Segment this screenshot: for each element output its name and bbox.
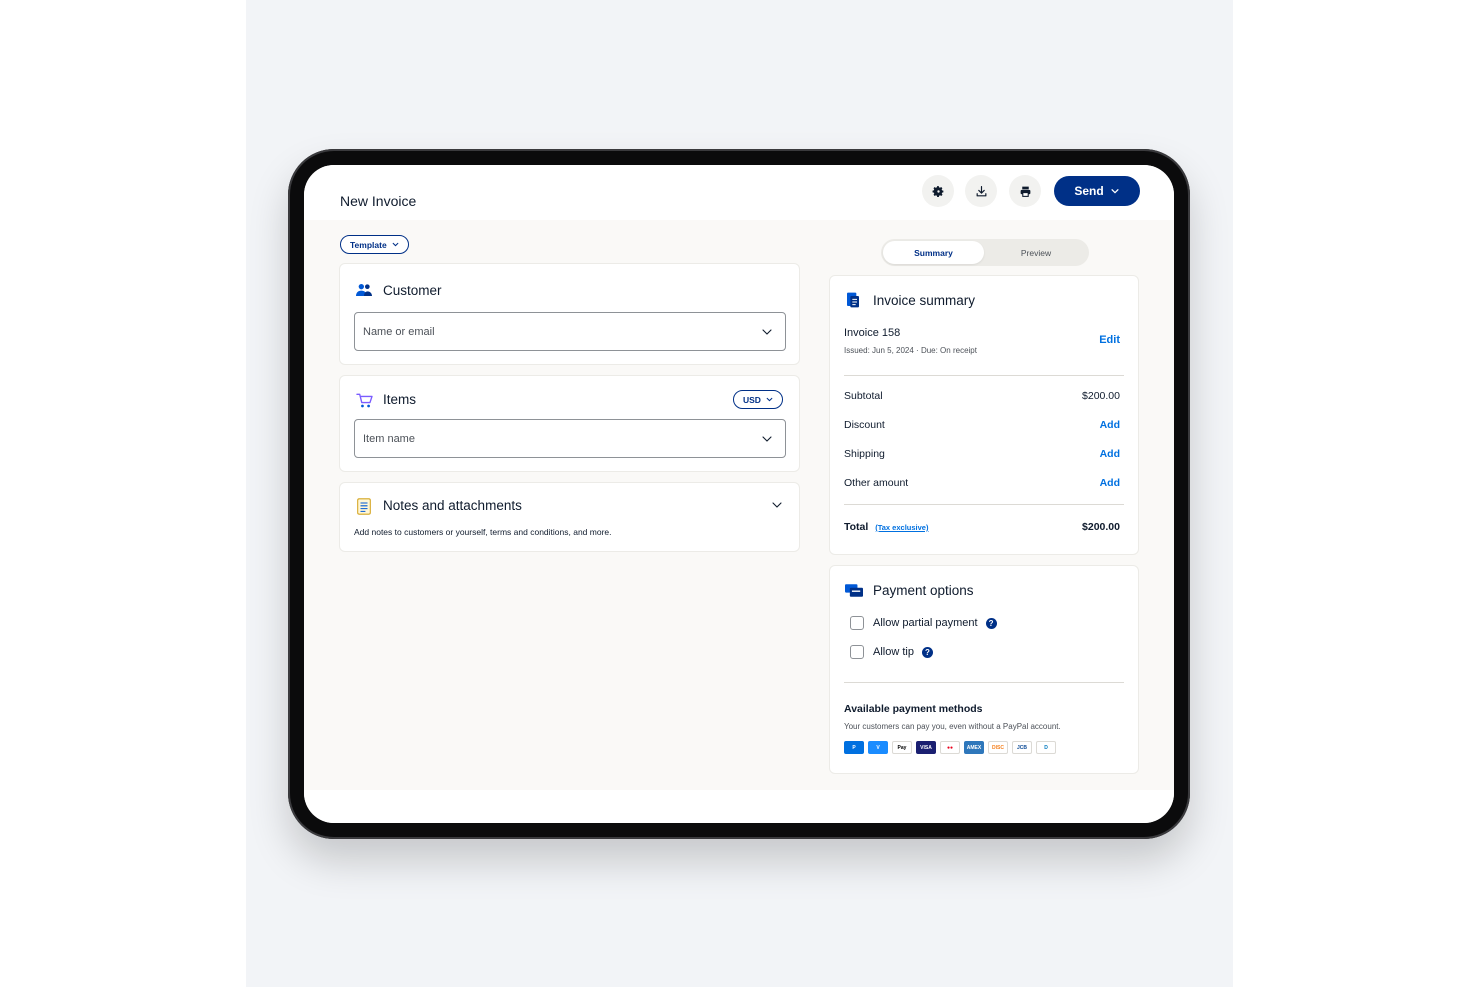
- chevron-down-icon: [392, 242, 399, 247]
- footer: [304, 790, 1174, 823]
- customer-input[interactable]: Name or email: [354, 312, 786, 351]
- items-title: Items: [383, 392, 417, 407]
- subtotal-value: $200.00: [1082, 390, 1120, 402]
- item-name-input[interactable]: Item name: [354, 419, 786, 458]
- payment-method-logo: V: [868, 741, 888, 754]
- chevron-down-icon: [1111, 189, 1119, 194]
- summary-title: Invoice summary: [873, 293, 976, 308]
- customer-card: Customer Name or email: [339, 263, 800, 365]
- printer-icon: [1020, 186, 1030, 197]
- notes-description: Add notes to customers or yourself, term…: [354, 527, 612, 537]
- partial-payment-text: Allow partial payment: [873, 617, 978, 629]
- shipping-label: Shipping: [844, 448, 885, 460]
- partial-payment-label: Allow partial payment?: [873, 617, 997, 629]
- notepad-icon: [357, 498, 371, 515]
- invoice-name: Invoice 158: [844, 327, 901, 339]
- payment-method-logo: AMEX: [964, 741, 984, 754]
- payment-method-logo: VISA: [916, 741, 936, 754]
- template-dropdown[interactable]: Template: [340, 235, 409, 254]
- cart-icon: [356, 393, 373, 408]
- edit-link[interactable]: Edit: [1099, 334, 1120, 346]
- top-bar: New Invoice Send: [304, 165, 1174, 220]
- methods-title: Available payment methods: [844, 703, 983, 715]
- download-button[interactable]: [965, 175, 997, 207]
- divider: [844, 504, 1124, 505]
- gear-icon: [932, 185, 943, 197]
- print-button[interactable]: [1009, 175, 1041, 207]
- payment-method-logo: DISC: [988, 741, 1008, 754]
- view-toggle: Summary Preview: [881, 239, 1089, 266]
- discount-label: Discount: [844, 419, 885, 431]
- chevron-down-icon: [762, 329, 772, 335]
- currency-dropdown[interactable]: USD: [733, 390, 783, 409]
- partial-payment-checkbox[interactable]: [850, 616, 864, 630]
- payment-method-logo: D: [1036, 741, 1056, 754]
- invoice-icon: [847, 292, 859, 308]
- tab-preview[interactable]: Preview: [985, 241, 1087, 264]
- payment-methods-list: P V Pay VISA ●● AMEX DISC JCB D: [844, 741, 1056, 754]
- customer-title: Customer: [383, 283, 442, 298]
- help-icon[interactable]: ?: [921, 646, 933, 658]
- tip-label: Allow tip?: [873, 646, 933, 658]
- payment-method-logo: P: [844, 741, 864, 754]
- page-title: New Invoice: [340, 193, 417, 209]
- tax-exclusive-link[interactable]: (Tax exclusive): [875, 523, 928, 532]
- screen: New Invoice Send Template Customer Name …: [304, 165, 1174, 823]
- total-value: $200.00: [1082, 521, 1120, 533]
- settings-button[interactable]: [922, 175, 954, 207]
- subtotal-label: Subtotal: [844, 390, 883, 402]
- add-discount-link[interactable]: Add: [1100, 419, 1120, 431]
- divider: [844, 375, 1124, 376]
- tablet-frame: New Invoice Send Template Customer Name …: [288, 149, 1190, 839]
- people-icon: [356, 284, 372, 296]
- notes-title: Notes and attachments: [383, 498, 522, 513]
- tab-summary[interactable]: Summary: [883, 241, 984, 264]
- invoice-meta: Issued: Jun 5, 2024 · Due: On receipt: [844, 346, 977, 355]
- divider: [844, 682, 1124, 683]
- notes-card[interactable]: Notes and attachments Add notes to custo…: [339, 482, 800, 552]
- add-other-amount-link[interactable]: Add: [1100, 477, 1120, 489]
- chevron-down-icon[interactable]: [771, 499, 783, 511]
- currency-label: USD: [743, 394, 761, 405]
- download-icon: [976, 185, 986, 196]
- methods-description: Your customers can pay you, even without…: [844, 722, 1061, 731]
- total-label: Total (Tax exclusive): [844, 521, 928, 533]
- other-amount-label: Other amount: [844, 477, 909, 489]
- payment-options-card: Payment options Allow partial payment? A…: [829, 565, 1139, 774]
- chevron-down-icon: [766, 397, 773, 402]
- invoice-summary-card: Invoice summary Invoice 158 Issued: Jun …: [829, 275, 1139, 555]
- send-button[interactable]: Send: [1054, 176, 1140, 206]
- tip-checkbox[interactable]: [850, 645, 864, 659]
- payment-cards-icon: [845, 584, 863, 597]
- payment-title: Payment options: [873, 583, 974, 598]
- total-text: Total: [844, 521, 869, 533]
- items-card: Items USD Item name: [339, 375, 800, 472]
- tip-text: Allow tip: [873, 646, 914, 658]
- payment-method-logo: ●●: [940, 741, 960, 754]
- send-label: Send: [1074, 184, 1104, 198]
- payment-method-logo: Pay: [892, 741, 912, 754]
- item-name-placeholder: Item name: [363, 432, 415, 445]
- chevron-down-icon: [762, 436, 772, 442]
- customer-placeholder: Name or email: [363, 325, 435, 338]
- help-icon[interactable]: ?: [985, 617, 997, 629]
- payment-method-logo: JCB: [1012, 741, 1032, 754]
- add-shipping-link[interactable]: Add: [1100, 448, 1120, 460]
- template-label: Template: [350, 239, 387, 250]
